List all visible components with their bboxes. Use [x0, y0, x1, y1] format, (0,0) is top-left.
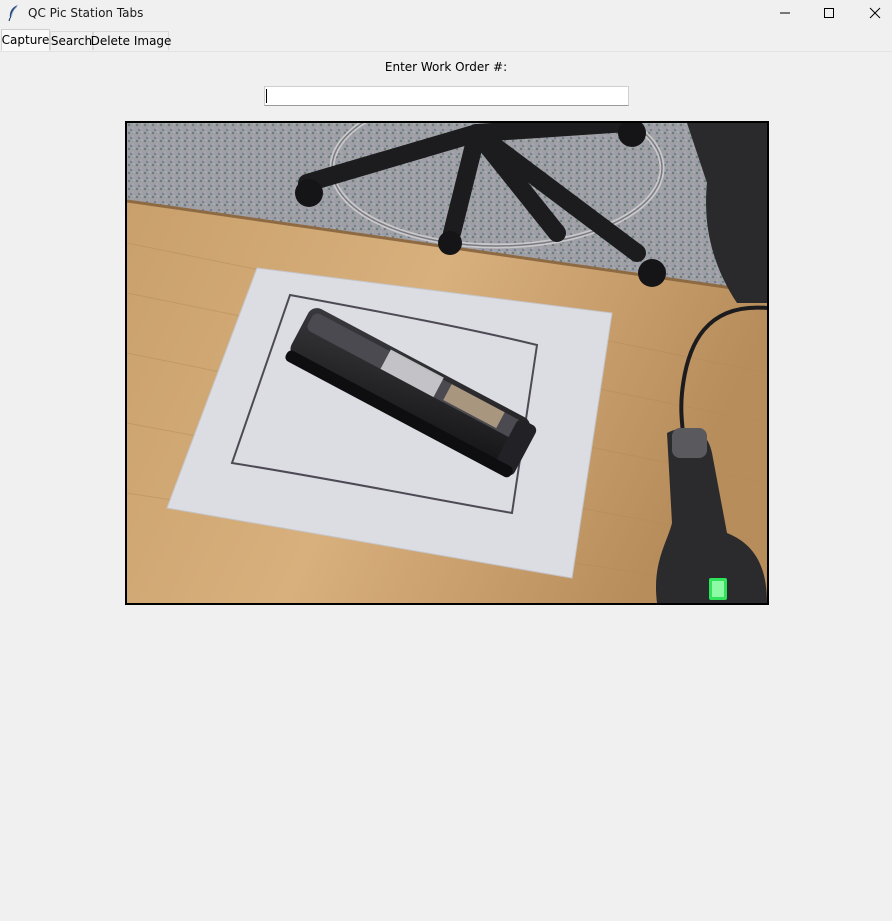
tab-bar: Capture Search Delete Image: [0, 28, 892, 52]
minimize-icon: [779, 4, 791, 23]
tab-delete-image[interactable]: Delete Image: [91, 31, 171, 50]
maximize-icon: [823, 4, 835, 23]
tab-search[interactable]: Search: [50, 31, 93, 50]
camera-image: [127, 123, 767, 603]
close-button[interactable]: [852, 0, 892, 26]
minimize-button[interactable]: [762, 0, 807, 26]
title-bar[interactable]: QC Pic Station Tabs: [0, 0, 892, 26]
app-window: QC Pic Station Tabs Capture Search Delet…: [0, 0, 892, 921]
tab-capture[interactable]: Capture: [1, 29, 50, 51]
camera-preview: [125, 121, 769, 605]
work-order-label: Enter Work Order #:: [384, 60, 508, 74]
feather-icon: [6, 4, 22, 22]
maximize-button[interactable]: [806, 0, 851, 26]
window-title: QC Pic Station Tabs: [28, 6, 144, 20]
text-caret: [266, 89, 267, 103]
work-order-input[interactable]: [264, 86, 629, 106]
close-icon: [869, 4, 881, 23]
